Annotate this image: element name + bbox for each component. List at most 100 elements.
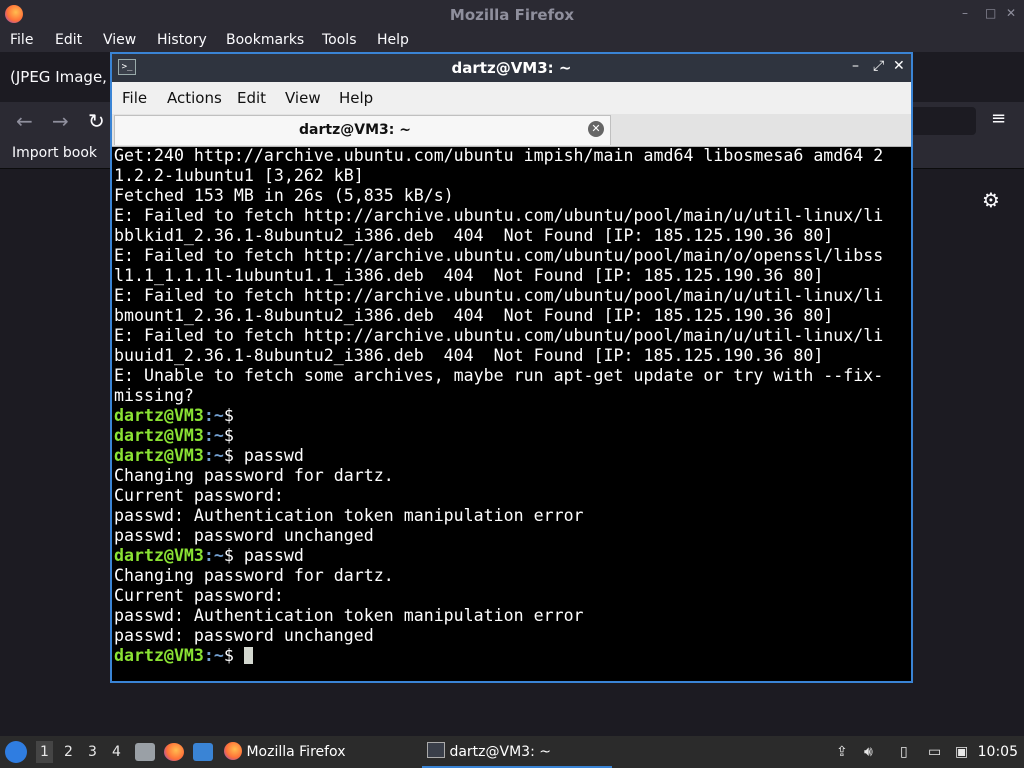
terminal-icon [427, 742, 445, 758]
prompt-path: :~ [203, 406, 224, 425]
menu-history[interactable]: History [157, 32, 207, 48]
prompt-user: dartz@VM3 [114, 646, 204, 665]
notification-icon[interactable]: ▣ [955, 744, 968, 760]
terminal-output-line: Current password: [114, 586, 284, 605]
menu-bookmarks[interactable]: Bookmarks [226, 32, 304, 48]
taskbar-terminal-label: dartz@VM3: ~ [449, 744, 551, 760]
import-bookmarks-button[interactable]: Import book [12, 145, 97, 161]
prompt-path: :~ [203, 646, 224, 665]
settings-gear-icon[interactable]: ⚙ [982, 188, 1000, 212]
network-icon[interactable]: ▭ [928, 744, 941, 760]
terminal-output-line: Fetched 153 MB in 26s (5,835 kB/s) [114, 186, 454, 205]
terminal-tab[interactable]: dartz@VM3: ~ ✕ [114, 115, 611, 145]
prompt-user: dartz@VM3 [114, 426, 204, 445]
terminal-titlebar[interactable]: >_ dartz@VM3: ~ – ⤢ ✕ [112, 54, 911, 82]
terminal-window: >_ dartz@VM3: ~ – ⤢ ✕ File Actions Edit … [110, 52, 913, 683]
forward-icon[interactable]: → [52, 109, 69, 133]
terminal-cursor [243, 647, 253, 664]
taskbar: 1 2 3 4 Mozilla Firefox dartz@VM3: ~ ⇪ 🔊… [0, 736, 1024, 768]
terminal-output-line: 1.2.2-1ubuntu1 [3,262 kB] [114, 166, 364, 185]
terminal-prompt-line: dartz@VM3:~$ [114, 406, 909, 426]
maximize-icon[interactable]: □ [985, 6, 996, 20]
taskbar-firefox[interactable]: Mozilla Firefox [224, 736, 414, 768]
terminal-output-line: missing? [114, 386, 194, 405]
terminal-output-line: bmount1_2.36.1-8ubuntu2_i386.deb 404 Not… [114, 306, 834, 325]
file-manager-icon[interactable] [135, 743, 155, 761]
terminal-output[interactable]: Get:240 http://archive.ubuntu.com/ubuntu… [114, 146, 909, 681]
prompt-command: $ [223, 646, 244, 665]
terminal-output-line: passwd: Authentication token manipulatio… [114, 606, 584, 625]
taskbar-terminal[interactable]: dartz@VM3: ~ [422, 736, 612, 768]
minimize-icon[interactable]: – [852, 58, 859, 74]
terminal-output-line: passwd: password unchanged [114, 526, 374, 545]
prompt-command: $ passwd [223, 546, 304, 565]
terminal-tab-label: dartz@VM3: ~ [299, 122, 411, 138]
terminal-menubar: File Actions Edit View Help [112, 82, 911, 114]
start-menu-icon[interactable] [5, 741, 27, 763]
firefox-launcher-icon[interactable] [164, 743, 184, 761]
terminal-output-line: Current password: [114, 486, 284, 505]
terminal-output-line: bblkid1_2.36.1-8ubuntu2_i386.deb 404 Not… [114, 226, 834, 245]
workspace-2[interactable]: 2 [64, 744, 73, 760]
terminal-output-line: E: Failed to fetch http://archive.ubuntu… [114, 286, 884, 305]
upload-icon[interactable]: ⇪ [836, 744, 848, 760]
reload-icon[interactable]: ↻ [88, 109, 105, 133]
hamburger-menu-icon[interactable]: ≡ [991, 108, 1006, 129]
terminal-output-line: l1.1_1.1.1l-1ubuntu1.1_i386.deb 404 Not … [114, 266, 824, 285]
workspace-3[interactable]: 3 [88, 744, 97, 760]
terminal-output-line: Get:240 http://archive.ubuntu.com/ubuntu… [114, 146, 884, 165]
menu-tools[interactable]: Tools [322, 32, 357, 48]
terminal-output-line: buuid1_2.36.1-8ubuntu2_i386.deb 404 Not … [114, 346, 824, 365]
prompt-user: dartz@VM3 [114, 546, 204, 565]
terminal-tabbar: dartz@VM3: ~ ✕ [112, 114, 911, 147]
prompt-user: dartz@VM3 [114, 406, 204, 425]
prompt-command: $ passwd [223, 446, 304, 465]
terminal-menu-actions[interactable]: Actions [167, 89, 222, 107]
close-icon[interactable]: ✕ [893, 58, 905, 74]
menu-view[interactable]: View [103, 32, 136, 48]
terminal-output-line: E: Failed to fetch http://archive.ubuntu… [114, 326, 884, 345]
prompt-path: :~ [203, 546, 224, 565]
firefox-window-title: Mozilla Firefox [449, 6, 575, 24]
terminal-output-line: passwd: password unchanged [114, 626, 374, 645]
workspace-4[interactable]: 4 [112, 744, 121, 760]
terminal-prompt-line: dartz@VM3:~$ [114, 646, 909, 666]
close-icon[interactable]: ✕ [1006, 6, 1016, 20]
terminal-menu-file[interactable]: File [122, 89, 147, 107]
firefox-menubar: File Edit View History Bookmarks Tools H… [0, 30, 1024, 52]
desktop-icon[interactable] [193, 743, 213, 761]
menu-file[interactable]: File [10, 32, 33, 48]
terminal-lines: Get:240 http://archive.ubuntu.com/ubuntu… [114, 146, 909, 666]
clipboard-icon[interactable]: ▯ [900, 744, 908, 760]
terminal-output-line: E: Unable to fetch some archives, maybe … [114, 366, 884, 385]
terminal-prompt-line: dartz@VM3:~$ passwd [114, 446, 909, 466]
menu-edit[interactable]: Edit [55, 32, 82, 48]
minimize-icon[interactable]: – [962, 6, 968, 20]
prompt-command: $ [223, 426, 234, 445]
terminal-output-line: Changing password for dartz. [114, 566, 394, 585]
taskbar-firefox-label: Mozilla Firefox [246, 744, 346, 760]
back-icon[interactable]: ← [16, 109, 33, 133]
terminal-prompt-line: dartz@VM3:~$ passwd [114, 546, 909, 566]
prompt-user: dartz@VM3 [114, 446, 204, 465]
terminal-menu-help[interactable]: Help [339, 89, 373, 107]
maximize-icon[interactable]: ⤢ [873, 58, 884, 74]
tab-jpeg-image[interactable]: (JPEG Image, 3 [10, 68, 121, 86]
menu-help[interactable]: Help [377, 32, 409, 48]
terminal-menu-edit[interactable]: Edit [237, 89, 266, 107]
firefox-titlebar[interactable]: Mozilla Firefox – □ ✕ [0, 0, 1024, 30]
terminal-output-line: passwd: Authentication token manipulatio… [114, 506, 584, 525]
terminal-output-line: Changing password for dartz. [114, 466, 394, 485]
prompt-command: $ [223, 406, 234, 425]
workspace-1[interactable]: 1 [36, 741, 53, 763]
terminal-output-line: E: Failed to fetch http://archive.ubuntu… [114, 206, 884, 225]
firefox-icon [224, 742, 242, 760]
prompt-path: :~ [203, 446, 224, 465]
terminal-output-line: E: Failed to fetch http://archive.ubuntu… [114, 246, 884, 265]
tab-close-icon[interactable]: ✕ [588, 121, 604, 137]
prompt-path: :~ [203, 426, 224, 445]
terminal-window-title: dartz@VM3: ~ [451, 59, 572, 77]
clock: 10:05 [977, 744, 1018, 760]
volume-icon[interactable]: 🔊︎ [864, 744, 873, 760]
terminal-menu-view[interactable]: View [285, 89, 321, 107]
